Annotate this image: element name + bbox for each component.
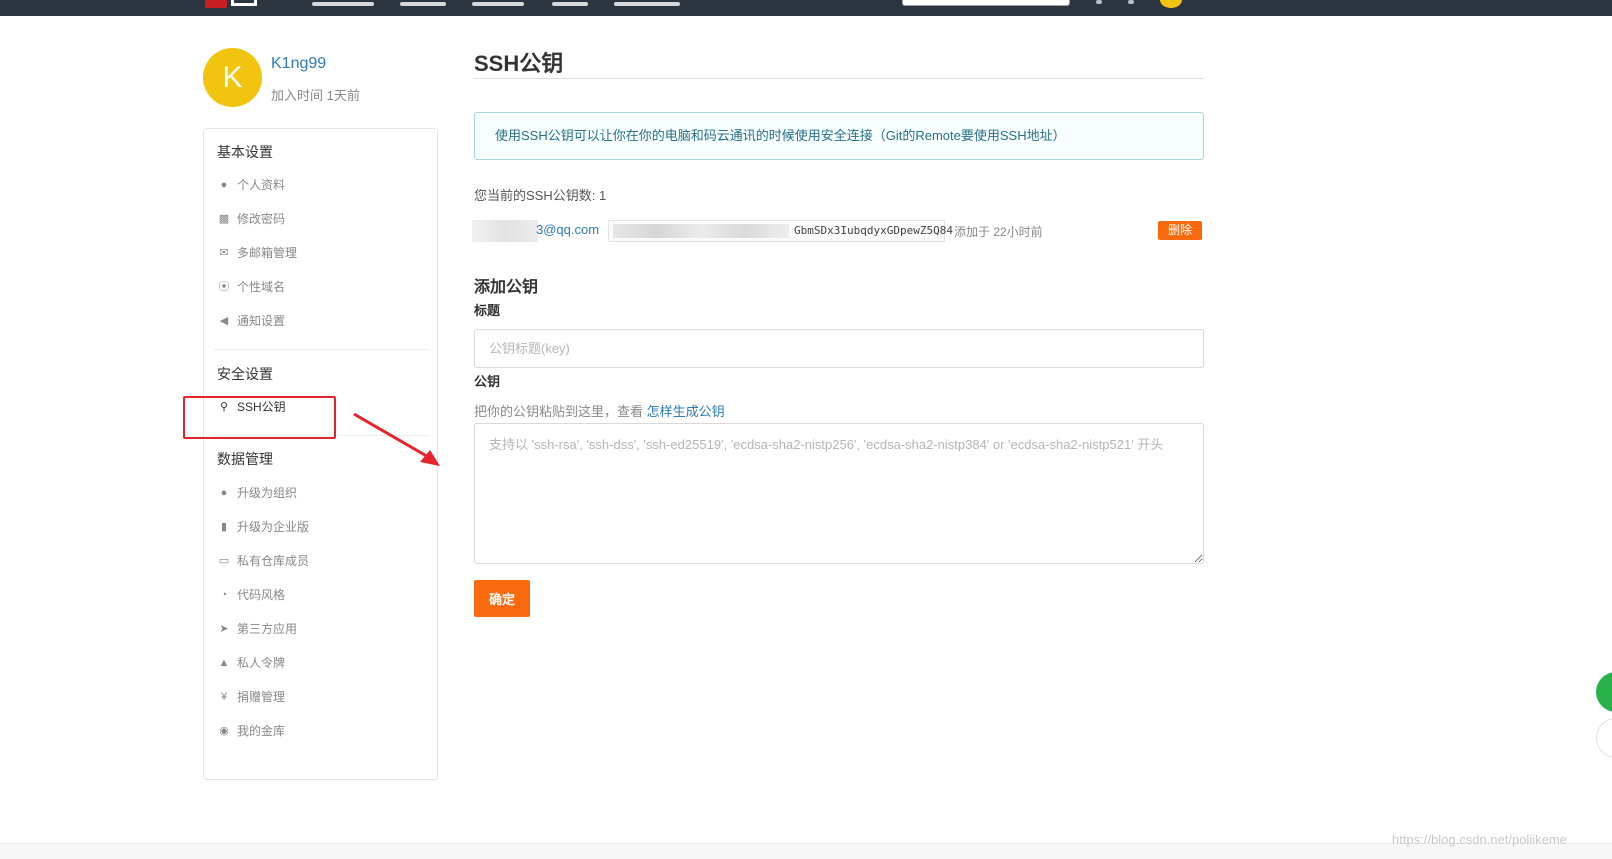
sidebar-item-label: 修改密码: [237, 212, 286, 226]
sidebar-item-third-party[interactable]: ➤ 第三方应用: [217, 619, 297, 639]
plus-icon[interactable]: [1128, 0, 1134, 4]
sidebar-item-upgrade-org[interactable]: ● 升级为组织: [217, 483, 297, 503]
sidebar-item-tokens[interactable]: ▲ 私人令牌: [217, 653, 285, 673]
key-hint-text: 把你的公钥粘贴到这里，查看: [474, 404, 647, 419]
ssh-key-row: 3@qq.com GbmSDx3IubqdyxGDpewZ5Q84 添加于 22…: [472, 220, 1204, 242]
sidebar-item-label: 第三方应用: [237, 622, 298, 636]
add-key-title: 添加公钥: [474, 279, 539, 296]
incognito-icon: ▲: [218, 657, 230, 669]
sidebar-item-profile[interactable]: ● 个人资料: [217, 175, 285, 195]
key-fingerprint-box: GbmSDx3IubqdyxGDpewZ5Q84: [608, 220, 953, 242]
site-logo[interactable]: [205, 0, 257, 8]
key-email: 3@qq.com: [536, 222, 600, 237]
join-time: 加入时间 1天前: [271, 88, 360, 103]
sidebar-item-donations[interactable]: ¥ 捐赠管理: [217, 687, 285, 707]
ssh-key-count: 您当前的SSH公钥数: 1: [474, 188, 607, 203]
redacted-area: [613, 224, 789, 238]
sidebar-item-label: 私人令牌: [237, 656, 286, 670]
sidebar-item-label: 通知设置: [237, 314, 286, 328]
sidebar-item-vault[interactable]: ◉ 我的金库: [217, 721, 285, 741]
annotation-arrow-icon: [353, 412, 440, 466]
confirm-button[interactable]: 确定: [474, 580, 530, 617]
volume-icon: ◀: [219, 315, 229, 327]
yen-icon: ¥: [220, 691, 228, 703]
notification-icon[interactable]: [1096, 0, 1102, 4]
how-to-generate-link[interactable]: 怎样生成公钥: [647, 404, 725, 419]
sidebar-item-label: 多邮箱管理: [237, 246, 298, 260]
sidebar-divider: [214, 349, 428, 350]
floating-feedback-button[interactable]: [1596, 718, 1612, 758]
nav-link[interactable]: [614, 2, 680, 6]
section-title-security: 安全设置: [217, 366, 273, 382]
nav-link[interactable]: [472, 2, 524, 6]
search-input[interactable]: [902, 0, 1070, 6]
title-divider: [474, 78, 1204, 79]
envelope-icon: ✉: [219, 247, 229, 259]
sidebar-item-label: 升级为组织: [237, 486, 298, 500]
user-avatar[interactable]: [1160, 0, 1182, 8]
sidebar-item-label: 我的金库: [237, 724, 286, 738]
lock-icon: ▩: [218, 213, 230, 225]
key-field-label: 公钥: [474, 374, 501, 389]
key-fingerprint: GbmSDx3IubqdyxGDpewZ5Q84: [794, 224, 953, 237]
sidebar-item-code-style[interactable]: ◔ 代码风格: [217, 585, 285, 605]
annotation-highlight-box: [183, 396, 336, 439]
users-icon: ●: [220, 487, 228, 499]
footer: [0, 843, 1612, 859]
top-navbar: [0, 0, 1612, 16]
book-icon: ▭: [218, 555, 230, 567]
title-field-label: 标题: [474, 303, 501, 318]
info-message: 使用SSH公钥可以让你在你的电脑和码云通讯的时候使用安全连接（Git的Remot…: [474, 112, 1204, 160]
sidebar-item-upgrade-enterprise[interactable]: ▮ 升级为企业版: [217, 517, 309, 537]
username-link[interactable]: K1ng99: [271, 55, 326, 73]
key-hint: 把你的公钥粘贴到这里，查看 怎样生成公钥: [474, 401, 725, 420]
sidebar-item-private-members[interactable]: ▭ 私有仓库成员: [217, 551, 309, 571]
key-added-time: 添加于 22小时前: [954, 225, 1043, 239]
sidebar-item-label: 升级为企业版: [237, 520, 310, 534]
watermark: https://blog.csdn.net/poliikeme: [1392, 832, 1567, 847]
page-title: SSH公钥: [474, 51, 564, 76]
section-title-data: 数据管理: [217, 451, 273, 467]
sidebar-item-emails[interactable]: ✉ 多邮箱管理: [217, 243, 297, 263]
delete-key-button[interactable]: 删除: [1158, 221, 1202, 240]
sidebar-item-label: 个性域名: [237, 280, 286, 294]
sidebar-item-label: 私有仓库成员: [237, 554, 310, 568]
nav-link[interactable]: [552, 2, 588, 6]
avatar[interactable]: K: [203, 48, 262, 107]
key-title-input[interactable]: [474, 329, 1204, 368]
nav-link[interactable]: [400, 2, 446, 6]
sidebar-item-notifications[interactable]: ◀ 通知设置: [217, 311, 285, 331]
profile-card: K K1ng99 加入时间 1天前: [203, 48, 443, 110]
redacted-area: [472, 220, 538, 242]
user-icon: ●: [220, 179, 228, 191]
sidebar-item-label: 捐赠管理: [237, 690, 286, 704]
compass-icon: ⦿: [218, 281, 230, 293]
section-title-basic: 基本设置: [217, 144, 273, 160]
sidebar-item-domain[interactable]: ⦿ 个性域名: [217, 277, 286, 297]
public-key-textarea[interactable]: [474, 423, 1204, 564]
sidebar-item-label: 代码风格: [237, 588, 286, 602]
floating-help-button[interactable]: [1596, 672, 1612, 712]
building-icon: ▮: [220, 521, 228, 533]
rocket-icon: ➤: [219, 623, 229, 635]
nav-link[interactable]: [312, 2, 374, 6]
sidebar-item-password[interactable]: ▩ 修改密码: [217, 209, 285, 229]
sidebar-item-label: 个人资料: [237, 178, 286, 192]
coins-icon: ◉: [219, 725, 229, 737]
dashboard-icon: ◔: [220, 589, 228, 601]
